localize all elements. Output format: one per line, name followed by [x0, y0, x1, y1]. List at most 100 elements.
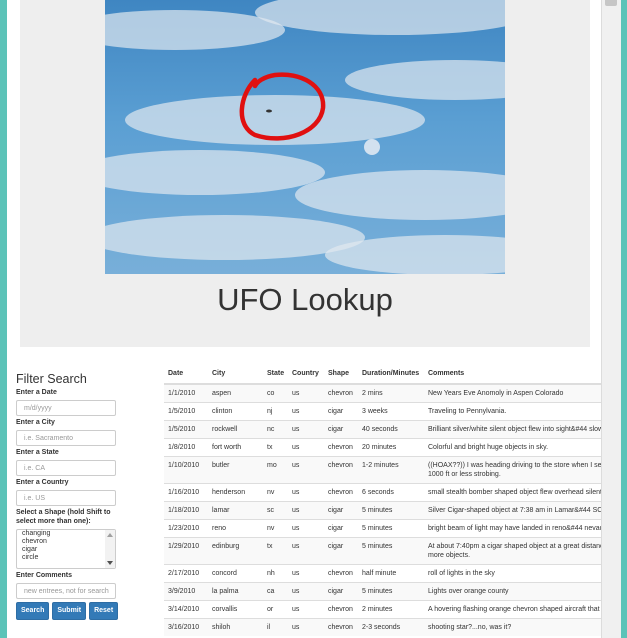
- table-cell: 5 minutes: [358, 519, 424, 538]
- table-cell: 1/18/2010: [164, 501, 208, 520]
- shape-label: Select a Shape (hold Shift to select mor…: [16, 509, 111, 525]
- city-input[interactable]: i.e. Sacramento: [16, 430, 116, 446]
- table-row: 3/16/2010 shiloh il us chevron 2-3 seconds sho…: [164, 618, 601, 636]
- table-cell: rockwell: [208, 420, 263, 439]
- table-cell: 5 minutes: [358, 582, 424, 601]
- table-cell: New Years Eve Anomoly in Aspen Colorado: [424, 383, 601, 403]
- table-cell: us: [288, 501, 324, 520]
- table-cell: cigar: [324, 537, 358, 565]
- table-cell: roll of lights in the sky: [424, 564, 601, 583]
- table-cell: us: [288, 483, 324, 502]
- table-row: 1/8/2010 fort worth tx us chevron 20 minutes C…: [164, 438, 601, 457]
- table-cell: 3 weeks: [358, 402, 424, 421]
- table-cell: chevron: [324, 456, 358, 484]
- table-cell: sc: [263, 501, 288, 520]
- submit-button[interactable]: Submit: [52, 602, 87, 620]
- table-cell: 1/8/2010: [164, 438, 208, 457]
- column-header-comments[interactable]: Comments: [424, 363, 601, 385]
- table-cell: us: [288, 618, 324, 636]
- table-cell: us: [288, 537, 324, 565]
- date-input[interactable]: m/d/yyyy: [16, 400, 116, 416]
- table-cell: half minute: [358, 564, 424, 583]
- table-cell: nc: [263, 420, 288, 439]
- shape-option[interactable]: chevron: [17, 538, 115, 546]
- column-header-date[interactable]: Date: [164, 363, 208, 385]
- table-cell: cigar: [324, 582, 358, 601]
- table-cell: Brilliant silver/white silent object fle…: [424, 420, 601, 439]
- table-cell: us: [288, 438, 324, 457]
- results-table: Date City State Country Shape Duration/M…: [164, 363, 601, 636]
- table-cell: nv: [263, 519, 288, 538]
- table-cell: lamar: [208, 501, 263, 520]
- table-cell: or: [263, 600, 288, 619]
- table-row: 3/9/2010 la palma ca us cigar 5 minutes Lights…: [164, 582, 601, 601]
- table-cell: edinburg: [208, 537, 263, 565]
- table-cell: us: [288, 519, 324, 538]
- table-cell: butler: [208, 456, 263, 484]
- table-cell: 5 minutes: [358, 537, 424, 565]
- table-cell: tx: [263, 537, 288, 565]
- table-row: 3/14/2010 corvallis or us chevron 2 minutes A …: [164, 600, 601, 619]
- scroll-arrows-icon: [107, 533, 113, 565]
- table-cell: 1/5/2010: [164, 402, 208, 421]
- table-cell: 6 seconds: [358, 483, 424, 502]
- table-cell: At about 7:40pm a cigar shaped object at…: [424, 537, 601, 565]
- reset-button[interactable]: Reset: [89, 602, 119, 620]
- table-cell: us: [288, 600, 324, 619]
- table-cell: chevron: [324, 438, 358, 457]
- table-row: 1/5/2010 rockwell nc us cigar 40 seconds Brill…: [164, 420, 601, 439]
- shape-option[interactable]: circle: [17, 554, 115, 562]
- table-cell: 1-2 minutes: [358, 456, 424, 484]
- table-cell: cigar: [324, 501, 358, 520]
- column-header-country[interactable]: Country: [288, 363, 324, 385]
- shape-option[interactable]: cigar: [17, 546, 115, 554]
- results-table-container: Date City State Country Shape Duration/M…: [164, 363, 601, 636]
- hero-banner: UFO Lookup: [20, 0, 590, 347]
- browser-viewport: UFO Lookup Filter Search Enter a Date m/…: [7, 0, 601, 638]
- table-row: 2/17/2010 concord nh us chevron half minute ro…: [164, 564, 601, 583]
- filter-panel: Filter Search Enter a Date m/d/yyyy Ente…: [16, 372, 126, 620]
- state-input[interactable]: i.e. CA: [16, 460, 116, 476]
- table-row: 1/16/2010 henderson nv us chevron 6 seconds sm…: [164, 483, 601, 502]
- date-label: Enter a Date: [16, 389, 57, 396]
- column-header-shape[interactable]: Shape: [324, 363, 358, 385]
- scrollbar-thumb[interactable]: [605, 0, 617, 6]
- table-cell: 2/17/2010: [164, 564, 208, 583]
- column-header-state[interactable]: State: [263, 363, 288, 385]
- table-cell: us: [288, 383, 324, 403]
- table-cell: 1/1/2010: [164, 383, 208, 403]
- table-cell: cigar: [324, 420, 358, 439]
- column-header-city[interactable]: City: [208, 363, 263, 385]
- table-cell: A hovering flashing orange chevron shape…: [424, 600, 601, 619]
- search-button[interactable]: Search: [16, 602, 50, 620]
- table-cell: mo: [263, 456, 288, 484]
- table-cell: reno: [208, 519, 263, 538]
- shape-option[interactable]: changing: [17, 530, 115, 538]
- city-label: Enter a City: [16, 419, 55, 426]
- shape-select[interactable]: changing chevron cigar circle: [16, 529, 116, 569]
- table-cell: ((HOAX??)) I was heading driving to the …: [424, 456, 601, 484]
- table-cell: il: [263, 618, 288, 636]
- table-body: 1/1/2010 aspen co us chevron 2 mins New Years …: [164, 383, 601, 636]
- comments-input[interactable]: new entrees, not for search: [16, 583, 116, 599]
- table-row: 1/5/2010 clinton nj us cigar 3 weeks Traveling…: [164, 402, 601, 421]
- country-label: Enter a Country: [16, 479, 69, 486]
- table-cell: chevron: [324, 483, 358, 502]
- table-cell: 1/29/2010: [164, 537, 208, 565]
- country-input[interactable]: i.e. US: [16, 490, 116, 506]
- table-cell: Traveling to Pennylvania.: [424, 402, 601, 421]
- table-cell: concord: [208, 564, 263, 583]
- ufo-photo: [105, 0, 505, 274]
- select-scrollbar[interactable]: [105, 530, 115, 568]
- table-cell: Lights over orange county: [424, 582, 601, 601]
- table-cell: shiloh: [208, 618, 263, 636]
- column-header-duration[interactable]: Duration/Minutes: [358, 363, 424, 385]
- table-cell: ca: [263, 582, 288, 601]
- table-cell: nv: [263, 483, 288, 502]
- page-scrollbar[interactable]: [601, 0, 621, 638]
- table-cell: cigar: [324, 402, 358, 421]
- table-cell: tx: [263, 438, 288, 457]
- state-label: Enter a State: [16, 449, 59, 456]
- page-title: UFO Lookup: [217, 282, 393, 317]
- table-cell: 2 mins: [358, 383, 424, 403]
